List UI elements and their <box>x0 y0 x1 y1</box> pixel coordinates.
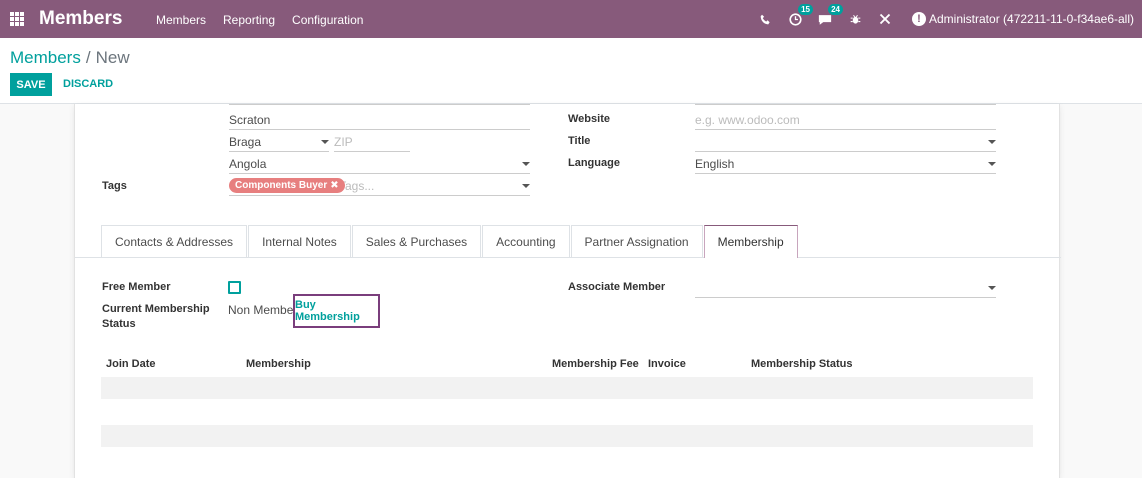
street-field-edge[interactable] <box>229 104 530 106</box>
right-field-edge <box>695 104 996 106</box>
city-field[interactable]: Braga <box>229 132 329 152</box>
breadcrumb-separator: / <box>85 48 91 67</box>
street2-value: Scraton <box>229 113 271 127</box>
col-membership-status[interactable]: Membership Status <box>751 358 852 370</box>
associate-member-dropdown-icon[interactable] <box>988 286 996 290</box>
country-field[interactable]: Angola <box>229 154 530 174</box>
breadcrumb: Members / New <box>10 48 130 68</box>
website-field[interactable]: e.g. www.odoo.com <box>695 110 996 130</box>
notebook-tabs: Contacts & Addresses Internal Notes Sale… <box>101 225 799 258</box>
language-value: English <box>695 157 735 171</box>
messages-badge: 24 <box>828 4 843 15</box>
tags-dropdown-icon[interactable] <box>522 184 530 188</box>
tools-icon[interactable] <box>876 10 894 28</box>
breadcrumb-members[interactable]: Members <box>10 48 81 67</box>
main-menu: Members Reporting Configuration <box>156 13 380 27</box>
control-panel: Members / New SAVE DISCARD <box>0 38 1142 104</box>
country-dropdown-icon[interactable] <box>522 162 530 166</box>
language-dropdown-icon[interactable] <box>988 162 996 166</box>
free-member-checkbox[interactable] <box>228 281 241 294</box>
activity-badge: 15 <box>798 4 813 15</box>
tab-contacts-addresses[interactable]: Contacts & Addresses <box>101 225 248 257</box>
user-name: Administrator (472211-11-0-f34ae6-all) <box>929 12 1134 26</box>
menu-item-reporting[interactable]: Reporting <box>223 13 275 27</box>
table-row <box>101 377 1033 399</box>
menu-item-members[interactable]: Members <box>156 13 206 27</box>
phone-icon[interactable] <box>756 10 774 28</box>
tag-components-buyer: Components Buyer ✖ <box>229 178 345 193</box>
form-sheet: Scraton Braga ZIP Angola Tags Tags... Co… <box>74 104 1061 478</box>
apps-menu-icon[interactable] <box>10 12 24 26</box>
activity-clock-icon[interactable]: 15 <box>786 4 813 28</box>
top-navbar: Members Members Reporting Configuration … <box>0 0 1142 38</box>
tab-partner-assignation[interactable]: Partner Assignation <box>570 225 703 257</box>
city-value: Braga <box>229 135 262 149</box>
city-dropdown-icon[interactable] <box>321 140 329 144</box>
zip-placeholder: ZIP <box>334 135 353 149</box>
website-label: Website <box>568 113 610 125</box>
title-label: Title <box>568 135 591 147</box>
membership-status-label-line1: Current Membership <box>102 303 210 315</box>
free-member-label: Free Member <box>102 281 171 293</box>
associate-member-field[interactable] <box>695 278 996 298</box>
user-avatar-icon: ! <box>912 12 926 26</box>
tab-internal-notes[interactable]: Internal Notes <box>248 225 351 257</box>
language-label: Language <box>568 157 620 169</box>
tag-remove-icon[interactable]: ✖ <box>330 178 338 193</box>
col-invoice[interactable]: Invoice <box>648 358 686 370</box>
country-value: Angola <box>229 157 267 171</box>
tab-sales-purchases[interactable]: Sales & Purchases <box>351 225 482 257</box>
buy-membership-button[interactable]: Buy Membership <box>293 294 380 328</box>
col-membership-fee[interactable]: Membership Fee <box>552 358 639 370</box>
street2-field[interactable]: Scraton <box>229 110 530 130</box>
tag-label: Components Buyer <box>235 180 328 191</box>
tab-membership[interactable]: Membership <box>703 225 798 258</box>
messages-icon[interactable]: 24 <box>816 4 843 28</box>
title-dropdown-icon[interactable] <box>988 140 996 144</box>
discard-button[interactable]: DISCARD <box>63 78 113 90</box>
bug-icon[interactable] <box>846 10 864 28</box>
associate-member-label: Associate Member <box>568 281 666 293</box>
website-placeholder: e.g. www.odoo.com <box>695 113 800 127</box>
table-row <box>101 425 1033 447</box>
tags-label: Tags <box>102 180 127 192</box>
membership-status-label-line2: Status <box>102 318 136 330</box>
breadcrumb-current: New <box>95 48 130 67</box>
membership-status-label: Current Membership Status <box>102 302 210 332</box>
save-button[interactable]: SAVE <box>10 73 52 96</box>
zip-field[interactable]: ZIP <box>334 132 410 152</box>
tab-accounting[interactable]: Accounting <box>482 225 570 257</box>
col-join-date[interactable]: Join Date <box>106 358 156 370</box>
user-menu[interactable]: ! Administrator (472211-11-0-f34ae6-all) <box>912 12 1134 26</box>
app-brand[interactable]: Members <box>39 8 122 30</box>
membership-table-header: Join Date Membership Membership Fee Invo… <box>101 353 1033 377</box>
membership-status-value: Non Member <box>228 303 298 317</box>
language-field[interactable]: English <box>695 154 996 174</box>
systray: 15 24 ! Administrator (472211-11-0-f34ae… <box>750 0 1142 38</box>
col-membership[interactable]: Membership <box>246 358 311 370</box>
title-field[interactable] <box>695 132 996 152</box>
menu-item-configuration[interactable]: Configuration <box>292 13 363 27</box>
